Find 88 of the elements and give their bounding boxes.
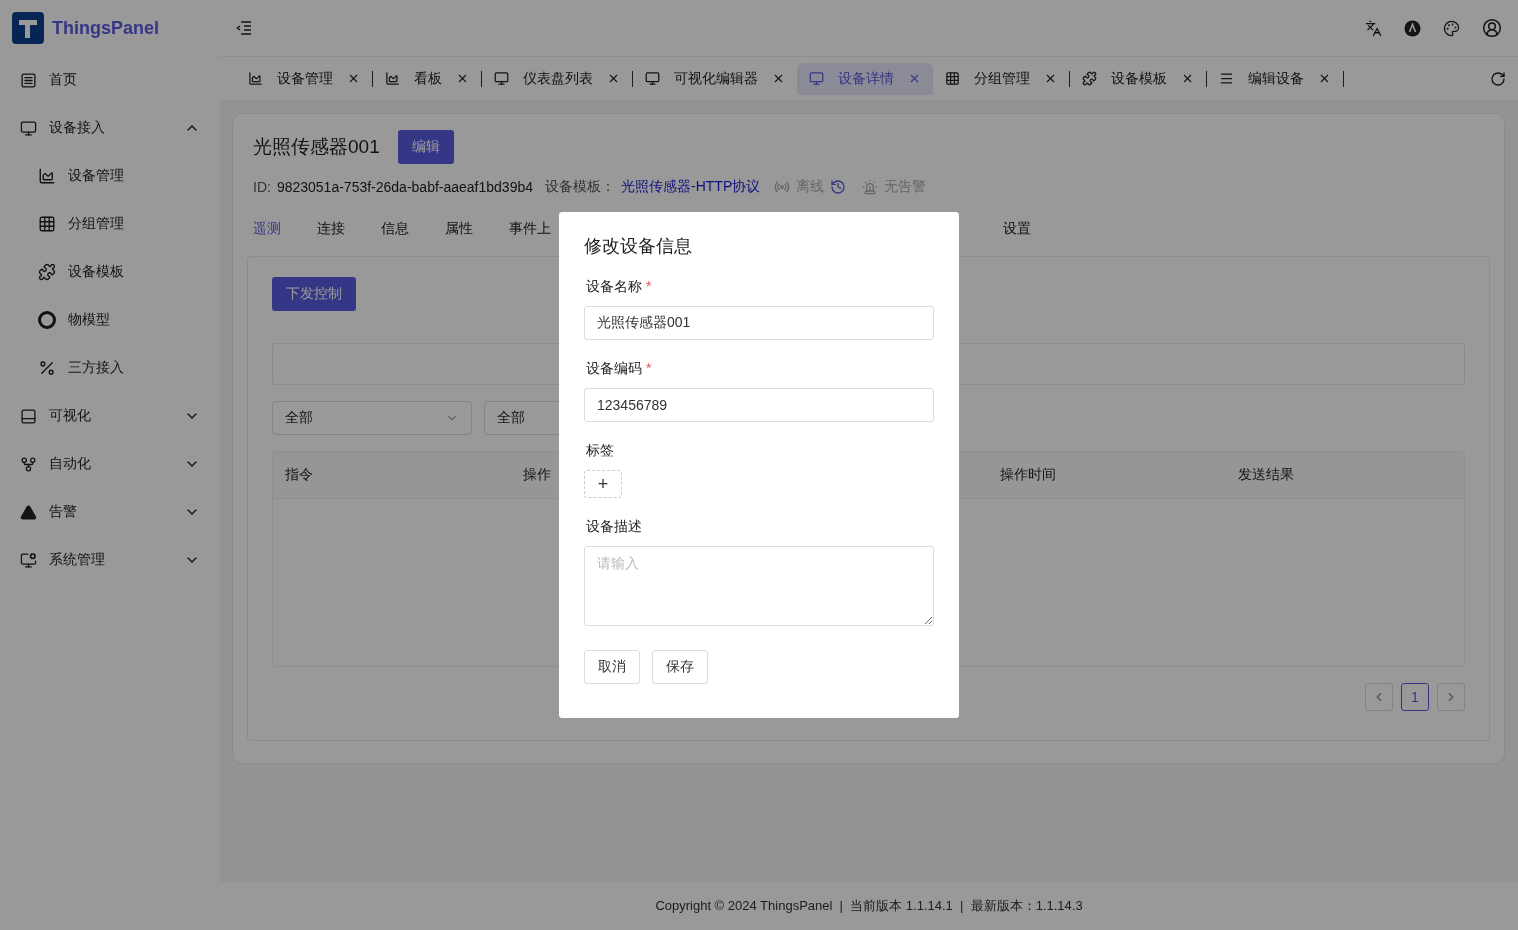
text-field[interactable]: 光照传感器001 [584, 306, 934, 340]
page-button[interactable]: 1 [1401, 683, 1429, 711]
sidebar-item[interactable]: 设备管理 [0, 152, 220, 200]
close-icon[interactable] [908, 72, 921, 85]
alarm-icon [862, 179, 879, 195]
page-tab[interactable]: 设备模板 [1070, 62, 1206, 95]
detail-tab[interactable]: 属性 [445, 220, 473, 256]
fork-icon [20, 455, 37, 473]
close-icon[interactable] [1181, 72, 1194, 85]
translate-icon[interactable] [1365, 19, 1382, 37]
filter-select[interactable]: 全部 [272, 401, 472, 435]
page-tab[interactable]: 可视化编辑器 [633, 62, 797, 95]
sidebar-item[interactable]: 分组管理 [0, 200, 220, 248]
close-icon[interactable] [456, 72, 469, 85]
detail-tab[interactable]: 遥测 [253, 220, 281, 256]
chart-icon [385, 71, 400, 86]
puzzle-icon [1082, 71, 1097, 86]
cancel-button[interactable]: 取消 [584, 650, 640, 684]
monitor-icon [809, 71, 824, 86]
description-field[interactable]: 请输入 [584, 546, 934, 626]
sidebar-item[interactable]: 可视化 [0, 392, 220, 440]
sidebar-item[interactable]: 首页 [0, 56, 220, 104]
brand-name: ThingsPanel [52, 17, 159, 39]
close-icon[interactable] [347, 72, 360, 85]
monitor-icon [494, 71, 509, 86]
template-label: 设备模板： [545, 178, 615, 196]
grid-icon [945, 71, 960, 86]
monitor-gear-icon [20, 551, 37, 569]
grid-icon [38, 215, 56, 233]
template-link[interactable]: 光照传感器-HTTP协议 [621, 178, 761, 196]
close-icon[interactable] [607, 72, 620, 85]
sidebar-item[interactable]: 系统管理 [0, 536, 220, 584]
field-label: 标签 [586, 442, 614, 460]
monitor-icon [645, 71, 660, 86]
detail-tab[interactable]: 连接 [317, 220, 345, 256]
id-label: ID: [253, 179, 271, 195]
save-button[interactable]: 保存 [652, 650, 708, 684]
percent-icon [38, 359, 56, 377]
sidebar-item[interactable]: 设备接入 [0, 104, 220, 152]
chart-icon [248, 71, 263, 86]
panel-icon [20, 407, 37, 425]
device-id: 9823051a-753f-26da-babf-aaeaf1bd39b4 [276, 179, 533, 195]
detail-tab[interactable]: 设置 [1003, 220, 1031, 256]
page-tab[interactable]: 设备管理 [236, 62, 372, 95]
add-tag-button[interactable]: + [584, 470, 622, 498]
sidebar-item[interactable]: 设备模板 [0, 248, 220, 296]
text-field[interactable]: 123456789 [584, 388, 934, 422]
column-header: 操作 [523, 466, 552, 484]
footer-text: Copyright © 2024 ThingsPanel | 当前版本 1.1.14.1 | 最新版本：1.1.14.3 [655, 897, 1083, 915]
column-header: 发送结果 [1237, 466, 1294, 484]
required-mark: * [646, 278, 652, 296]
control-button[interactable]: 下发控制 [272, 277, 356, 311]
close-icon[interactable] [1044, 72, 1057, 85]
menu-icon [1219, 71, 1234, 86]
sidebar-item[interactable]: 三方接入 [0, 344, 220, 392]
page-tab[interactable]: 分组管理 [933, 62, 1069, 95]
column-header: 指令 [285, 466, 313, 484]
ring-icon [38, 311, 56, 329]
page-tab[interactable]: 编辑设备 [1207, 62, 1343, 95]
field-label: 设备编码 [586, 360, 642, 378]
field-label: 设备描述 [586, 518, 642, 536]
required-mark: * [646, 360, 652, 378]
close-icon[interactable] [772, 72, 785, 85]
column-header: 操作时间 [999, 466, 1056, 484]
dialog-title: 修改设备信息 [584, 235, 693, 258]
edit-button[interactable]: 编辑 [397, 130, 454, 164]
field-label: 设备名称 [586, 278, 642, 296]
menu-collapse-icon[interactable] [236, 21, 252, 35]
monitor-icon [20, 119, 37, 137]
sidebar-item[interactable]: 告警 [0, 488, 220, 536]
detail-tab[interactable]: 信息 [381, 220, 409, 256]
logo-icon [12, 12, 44, 44]
device-name: 光照传感器001 [253, 135, 380, 159]
page-tab[interactable]: 看板 [373, 62, 481, 95]
warning-icon [20, 503, 37, 521]
history-icon[interactable] [830, 179, 847, 195]
sidebar-item[interactable]: 自动化 [0, 440, 220, 488]
palette-icon[interactable] [1443, 19, 1460, 37]
close-icon[interactable] [1318, 72, 1331, 85]
refresh-icon[interactable] [1490, 70, 1506, 87]
page-tab[interactable]: 仪表盘列表 [482, 62, 632, 95]
chart-icon [38, 167, 56, 185]
puzzle-icon [38, 263, 56, 281]
circle-icon[interactable] [1404, 19, 1421, 37]
detail-tab[interactable]: 事件上 [509, 220, 551, 256]
square-icon [20, 71, 37, 89]
user-icon[interactable] [1482, 18, 1502, 38]
sidebar-item[interactable]: 物模型 [0, 296, 220, 344]
